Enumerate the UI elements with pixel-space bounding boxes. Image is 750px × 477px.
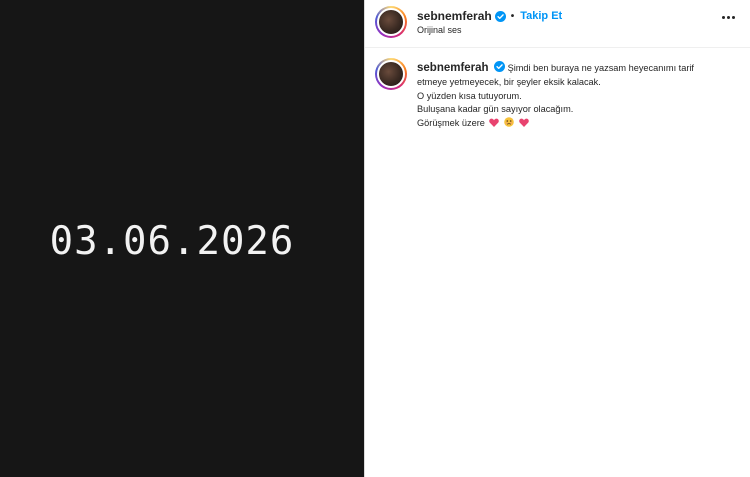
- post-media[interactable]: 03.06.2026: [0, 0, 364, 477]
- header-user-row: sebnemferah • Takip Et: [417, 9, 562, 23]
- media-date-text: 03.06.2026: [49, 219, 295, 264]
- verified-icon: [494, 10, 506, 22]
- heart-emoji-icon: [489, 118, 500, 128]
- header-username[interactable]: sebnemferah: [417, 9, 492, 23]
- avatar[interactable]: [375, 58, 407, 90]
- caption-line-5-row: Görüşmek üzere: [417, 117, 737, 131]
- caption-line-1: Şimdi ben buraya ne yazsam heyecanımı ta…: [507, 63, 694, 73]
- caption-line-5: Görüşmek üzere: [417, 118, 485, 129]
- caption-line-4: Buluşana kadar gün sayıyor olacağım.: [417, 104, 574, 115]
- caption-text: sebnemferah Şimdi ben buraya ne yazsam h…: [417, 61, 737, 131]
- post-side-panel: sebnemferah • Takip Et Orijinal ses sebn…: [365, 0, 750, 477]
- more-options-icon[interactable]: [720, 9, 736, 25]
- header-divider: [365, 47, 750, 48]
- caption-line-3: O yüzden kısa tutuyorum.: [417, 90, 522, 101]
- post-header: sebnemferah • Takip Et Orijinal ses: [365, 0, 750, 48]
- audio-label[interactable]: Orijinal ses: [417, 25, 462, 35]
- heart-emoji-icon: [518, 118, 529, 128]
- verified-icon: [493, 61, 505, 72]
- avatar[interactable]: [375, 6, 407, 38]
- face-emoji-icon: [504, 117, 514, 127]
- header-separator: •: [510, 10, 515, 22]
- caption-username[interactable]: sebnemferah: [417, 62, 489, 74]
- follow-button[interactable]: Takip Et: [520, 10, 562, 22]
- caption-line-2: etmeye yetmeyecek, bir şeyler eksik kala…: [417, 76, 601, 87]
